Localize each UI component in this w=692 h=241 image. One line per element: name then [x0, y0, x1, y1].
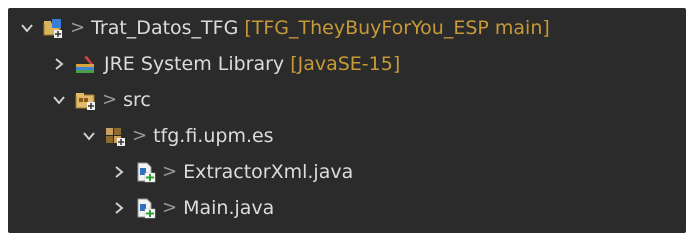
package-name: tfg.fi.upm.es — [153, 124, 274, 147]
source-folder-icon — [74, 89, 96, 111]
project-explorer-panel: > Trat_Datos_TFG [TFG_TheyBuyForYou_ESP … — [0, 0, 692, 241]
tree-separator: > — [132, 125, 148, 146]
library-version: [JavaSE-15] — [290, 52, 401, 75]
tree-row-package[interactable]: > tfg.fi.upm.es — [8, 118, 686, 154]
tree-separator: > — [70, 17, 86, 38]
tree-row-project[interactable]: > Trat_Datos_TFG [TFG_TheyBuyForYou_ESP … — [8, 10, 686, 46]
package-icon — [104, 125, 126, 147]
library-books-icon — [74, 53, 96, 75]
project-name: Trat_Datos_TFG — [91, 16, 239, 39]
chevron-right-icon[interactable] — [48, 53, 70, 75]
java-file-icon — [134, 161, 156, 183]
library-name: JRE System Library — [104, 52, 285, 75]
tree-row-file[interactable]: > ExtractorXml.java — [8, 154, 686, 190]
tree-separator: > — [162, 197, 178, 218]
tree-row-library[interactable]: JRE System Library [JavaSE-15] — [8, 46, 686, 82]
project-tree: > Trat_Datos_TFG [TFG_TheyBuyForYou_ESP … — [8, 8, 686, 233]
file-name: ExtractorXml.java — [183, 160, 354, 183]
chevron-right-icon[interactable] — [108, 161, 130, 183]
src-folder-name: src — [123, 88, 151, 111]
file-name: Main.java — [183, 196, 275, 219]
tree-separator: > — [102, 89, 118, 110]
tree-separator: > — [162, 161, 178, 182]
java-project-git-icon — [42, 17, 64, 39]
java-file-icon — [134, 197, 156, 219]
tree-row-file[interactable]: > Main.java — [8, 190, 686, 226]
chevron-right-icon[interactable] — [108, 197, 130, 219]
project-git-branch: [TFG_TheyBuyForYou_ESP main] — [244, 16, 550, 39]
chevron-down-icon[interactable] — [48, 89, 70, 111]
chevron-down-icon[interactable] — [78, 125, 100, 147]
chevron-down-icon[interactable] — [16, 17, 38, 39]
tree-row-src[interactable]: > src — [8, 82, 686, 118]
